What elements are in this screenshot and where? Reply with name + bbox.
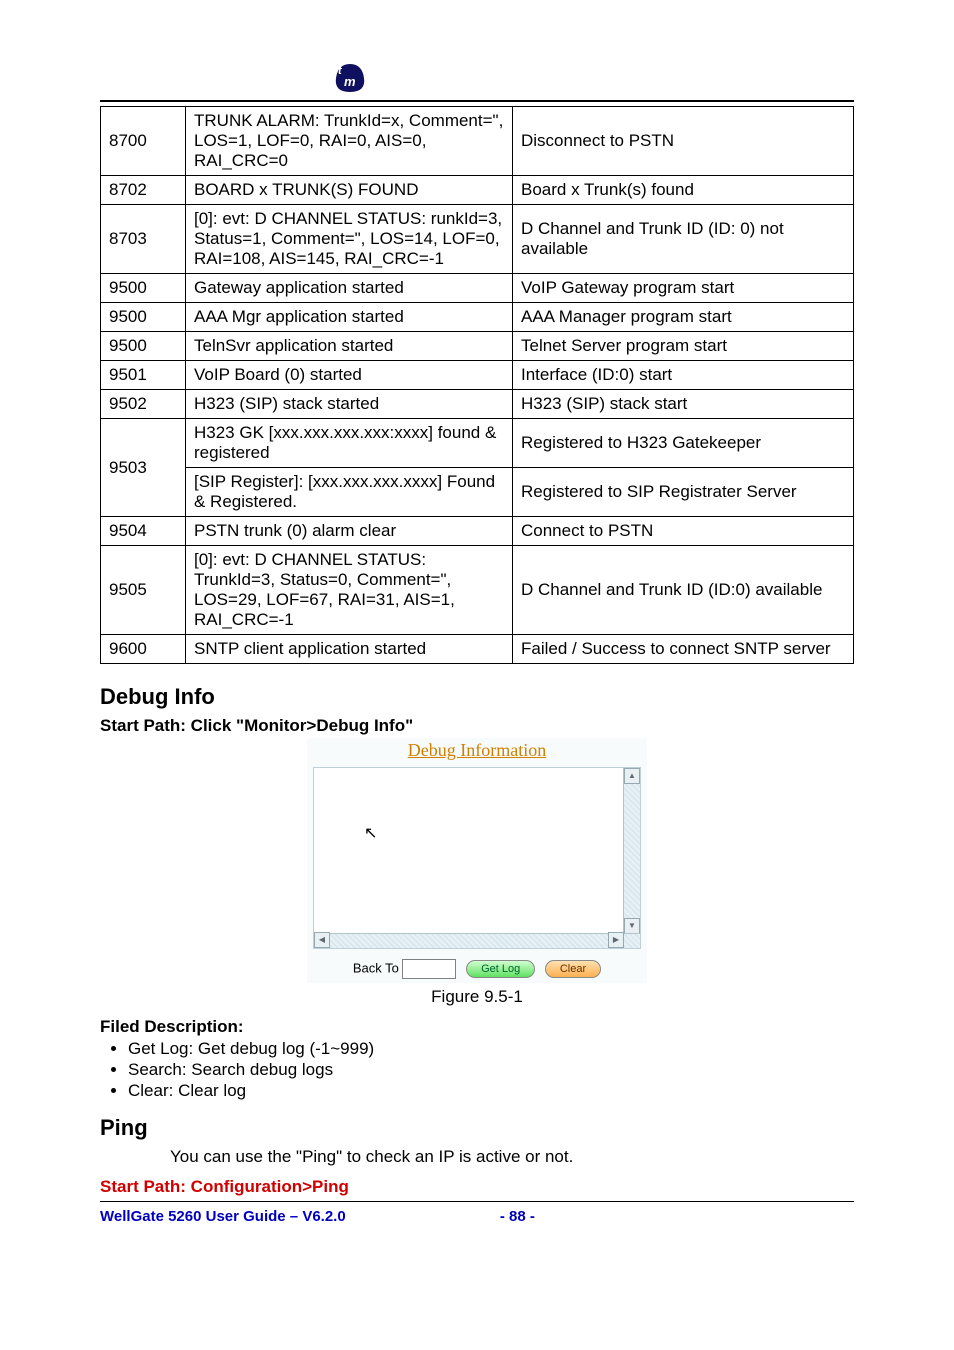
list-item: Search: Search debug logs <box>128 1060 854 1080</box>
page-header: t m <box>100 60 854 102</box>
svg-text:m: m <box>344 74 356 89</box>
event-code: 9500 <box>101 303 186 332</box>
clear-button[interactable]: Clear <box>545 960 601 978</box>
event-code: 9500 <box>101 332 186 361</box>
scroll-right-icon[interactable]: ▶ <box>608 932 624 948</box>
ping-start-path: Start Path: Configuration>Ping <box>100 1177 854 1197</box>
scroll-left-icon[interactable]: ◀ <box>314 932 330 948</box>
table-row: 9600 SNTP client application started Fai… <box>101 635 854 664</box>
event-msg: H323 GK [xxx.xxx.xxx.xxx:xxxx] found & r… <box>186 419 513 468</box>
scroll-up-icon[interactable]: ▲ <box>624 768 640 784</box>
scroll-down-icon[interactable]: ▼ <box>624 918 640 934</box>
debug-start-path: Start Path: Click "Monitor>Debug Info" <box>100 716 854 736</box>
table-row: 8700 TRUNK ALARM: TrunkId=x, Comment=", … <box>101 107 854 176</box>
event-code: 9501 <box>101 361 186 390</box>
event-code: 9503 <box>101 419 186 517</box>
table-row: 9501 VoIP Board (0) started Interface (I… <box>101 361 854 390</box>
back-to-label: Back To <box>353 960 399 975</box>
back-to-input[interactable] <box>402 959 456 979</box>
event-desc: D Channel and Trunk ID (ID:0) available <box>513 546 854 635</box>
debug-panel-title: Debug Information <box>307 738 647 767</box>
event-msg: SNTP client application started <box>186 635 513 664</box>
event-msg: TelnSvr application started <box>186 332 513 361</box>
filed-description-heading: Filed Description: <box>100 1017 854 1037</box>
event-msg: TRUNK ALARM: TrunkId=x, Comment=", LOS=1… <box>186 107 513 176</box>
event-code: 8700 <box>101 107 186 176</box>
event-msg: PSTN trunk (0) alarm clear <box>186 517 513 546</box>
table-row: 9503 H323 GK [xxx.xxx.xxx.xxx:xxxx] foun… <box>101 419 854 468</box>
cursor-icon: ↖ <box>364 823 377 843</box>
event-desc: Disconnect to PSTN <box>513 107 854 176</box>
event-code: 9502 <box>101 390 186 419</box>
table-row: [SIP Register]: [xxx.xxx.xxx.xxxx] Found… <box>101 468 854 517</box>
event-msg: AAA Mgr application started <box>186 303 513 332</box>
table-row: 8703 [0]: evt: D CHANNEL STATUS: runkId=… <box>101 205 854 274</box>
footer-guide: WellGate 5260 User Guide – V6.2.0 <box>100 1208 346 1225</box>
event-desc: AAA Manager program start <box>513 303 854 332</box>
debug-log-area[interactable]: ↖ ▲ ▼ ◀ ▶ <box>313 767 641 949</box>
figure-caption: Figure 9.5-1 <box>100 987 854 1007</box>
event-msg: VoIP Board (0) started <box>186 361 513 390</box>
event-msg: [0]: evt: D CHANNEL STATUS: runkId=3, St… <box>186 205 513 274</box>
event-msg: Gateway application started <box>186 274 513 303</box>
debug-info-heading: Debug Info <box>100 684 854 710</box>
table-row: 8702 BOARD x TRUNK(S) FOUND Board x Trun… <box>101 176 854 205</box>
event-msg: BOARD x TRUNK(S) FOUND <box>186 176 513 205</box>
event-code: 9505 <box>101 546 186 635</box>
event-desc: Registered to H323 Gatekeeper <box>513 419 854 468</box>
event-desc: Failed / Success to connect SNTP server <box>513 635 854 664</box>
event-code: 8702 <box>101 176 186 205</box>
ping-description: You can use the "Ping" to check an IP is… <box>170 1147 854 1167</box>
footer: WellGate 5260 User Guide – V6.2.0 - 88 - <box>100 1201 854 1226</box>
scrollbar-vertical[interactable]: ▲ ▼ <box>623 768 640 948</box>
event-code: 9504 <box>101 517 186 546</box>
event-code: 9600 <box>101 635 186 664</box>
event-desc: D Channel and Trunk ID (ID: 0) not avail… <box>513 205 854 274</box>
event-table: 8700 TRUNK ALARM: TrunkId=x, Comment=", … <box>100 106 854 664</box>
event-desc: Connect to PSTN <box>513 517 854 546</box>
table-row: 9504 PSTN trunk (0) alarm clear Connect … <box>101 517 854 546</box>
list-item: Clear: Clear log <box>128 1081 854 1101</box>
event-desc: Interface (ID:0) start <box>513 361 854 390</box>
event-code: 9500 <box>101 274 186 303</box>
get-log-button[interactable]: Get Log <box>466 960 535 978</box>
scrollbar-horizontal[interactable]: ◀ ▶ <box>314 933 640 948</box>
event-msg: [0]: evt: D CHANNEL STATUS: TrunkId=3, S… <box>186 546 513 635</box>
table-row: 9502 H323 (SIP) stack started H323 (SIP)… <box>101 390 854 419</box>
list-item: Get Log: Get debug log (-1~999) <box>128 1039 854 1059</box>
debug-controls: Back To Get Log Clear <box>307 949 647 983</box>
event-msg: H323 (SIP) stack started <box>186 390 513 419</box>
table-row: 9500 AAA Mgr application started AAA Man… <box>101 303 854 332</box>
event-desc: H323 (SIP) stack start <box>513 390 854 419</box>
table-row: 9500 TelnSvr application started Telnet … <box>101 332 854 361</box>
event-msg: [SIP Register]: [xxx.xxx.xxx.xxxx] Found… <box>186 468 513 517</box>
footer-page: - 88 - <box>500 1208 535 1225</box>
event-desc: Board x Trunk(s) found <box>513 176 854 205</box>
debug-panel: Debug Information ↖ ▲ ▼ ◀ ▶ Back To Get … <box>307 738 647 983</box>
event-desc: Telnet Server program start <box>513 332 854 361</box>
logo-icon: t m <box>330 60 370 96</box>
table-row: 9500 Gateway application started VoIP Ga… <box>101 274 854 303</box>
bullet-list: Get Log: Get debug log (-1~999) Search: … <box>128 1039 854 1101</box>
event-desc: Registered to SIP Registrater Server <box>513 468 854 517</box>
event-code: 8703 <box>101 205 186 274</box>
ping-heading: Ping <box>100 1115 854 1141</box>
table-row: 9505 [0]: evt: D CHANNEL STATUS: TrunkId… <box>101 546 854 635</box>
event-desc: VoIP Gateway program start <box>513 274 854 303</box>
